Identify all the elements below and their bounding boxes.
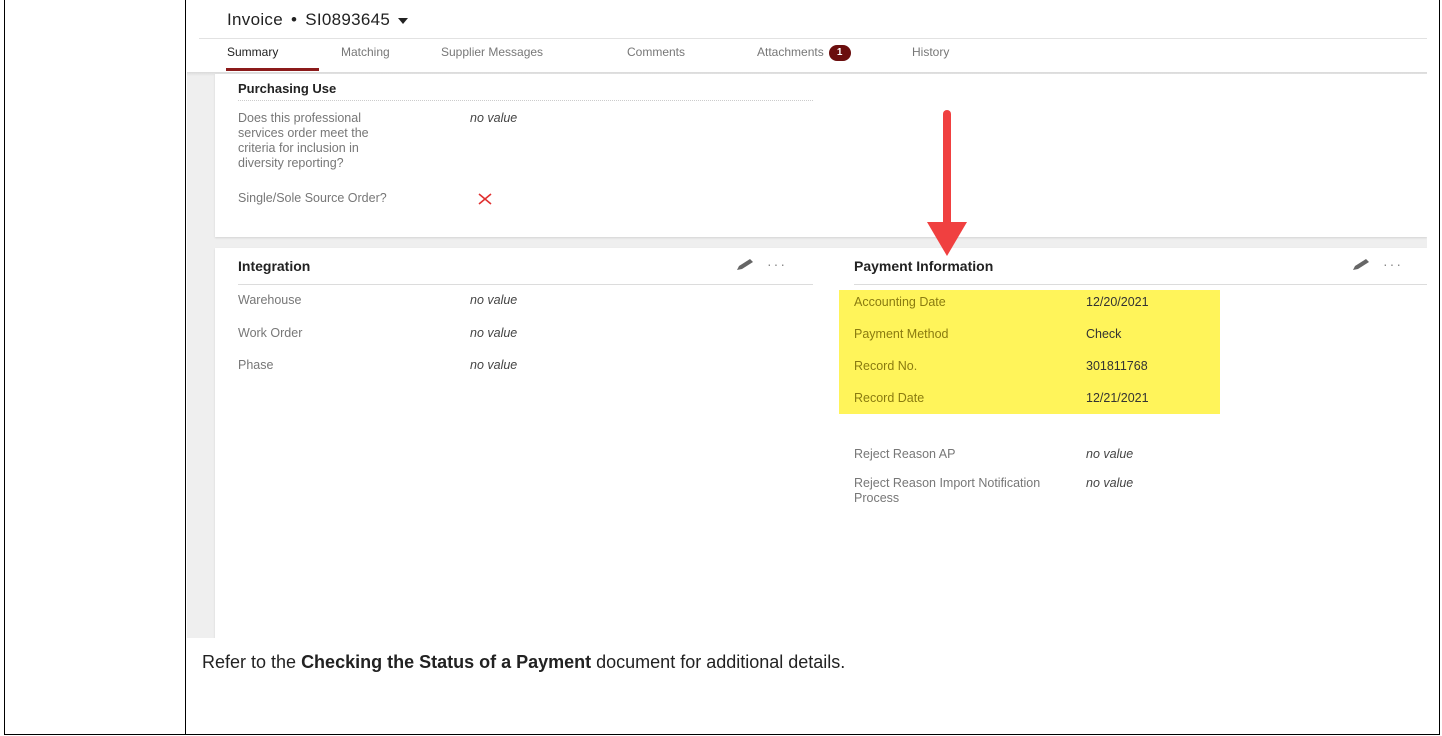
more-options-icon[interactable]: ··· (767, 256, 787, 272)
details-card: Integration ··· Warehouse no value Work … (215, 248, 1427, 638)
tab-label: History (912, 45, 950, 59)
title-separator: • (290, 10, 298, 29)
field-label: Single/Sole Source Order? (238, 191, 387, 205)
tab-matching[interactable]: Matching (341, 44, 390, 70)
header-divider (199, 38, 1427, 39)
section-divider (238, 284, 813, 285)
field-value: Check (1086, 327, 1122, 341)
field-label: Warehouse (238, 293, 302, 307)
field-label: Phase (238, 358, 274, 372)
tab-label: Summary (227, 45, 279, 59)
field-label: Work Order (238, 326, 303, 340)
page-title[interactable]: Invoice • SI0893645 (227, 10, 409, 30)
field-value: no value (470, 358, 518, 372)
more-options-icon[interactable]: ··· (1383, 256, 1403, 272)
attachment-count-badge: 1 (828, 44, 851, 61)
pencil-icon[interactable] (735, 258, 757, 272)
table-column-divider (185, 0, 186, 735)
tab-history[interactable]: History (912, 44, 949, 70)
caption-text: Refer to the Checking the Status of a Pa… (202, 652, 845, 673)
caption-post: document for additional details. (591, 652, 846, 672)
field-label: Record Date (854, 391, 925, 405)
field-label: Record No. (854, 359, 918, 373)
section-divider (238, 100, 813, 102)
field-value: 12/20/2021 (1086, 295, 1149, 309)
tab-comments[interactable]: Comments (627, 44, 685, 70)
field-value: no value (470, 293, 518, 307)
caption-pre: Refer to the (202, 652, 302, 672)
field-value: 301811768 (1086, 359, 1148, 373)
invoice-number: SI0893645 (305, 10, 391, 29)
field-value: no value (1086, 476, 1134, 490)
purchasing-use-card: Purchasing Use Does this professional se… (215, 74, 1427, 237)
field-value: 12/21/2021 (1086, 391, 1149, 405)
field-value: no value (1086, 447, 1134, 461)
field-label: Payment Method (854, 327, 949, 341)
field-label: Accounting Date (854, 295, 946, 309)
tab-summary[interactable]: Summary (226, 44, 319, 71)
tab-label: Comments (627, 45, 686, 59)
title-prefix: Invoice (227, 10, 283, 29)
section-title: Payment Information (854, 258, 994, 274)
payment-highlight: Accounting Date 12/20/2021 Payment Metho… (839, 290, 1220, 414)
document-reference: Checking the Status of a Payment (301, 652, 592, 672)
invoice-header: Invoice • SI0893645 Summary Matching Suppl… (187, 0, 1427, 72)
chevron-down-icon[interactable] (398, 17, 409, 24)
pencil-icon[interactable] (1351, 258, 1373, 272)
x-icon (478, 193, 492, 205)
active-tab-indicator (226, 68, 319, 71)
field-label: Does this professional services order me… (238, 111, 369, 170)
tab-label: Matching (341, 45, 390, 59)
field-value: no value (470, 111, 518, 125)
tab-attachments[interactable]: Attachments 1 (757, 44, 851, 70)
invoice-screenshot: Invoice • SI0893645 Summary Matching Suppl… (187, 0, 1427, 638)
field-value: no value (470, 326, 518, 340)
tab-label: Supplier Messages (441, 45, 544, 59)
tab-supplier-messages[interactable]: Supplier Messages (441, 44, 543, 70)
section-title: Purchasing Use (238, 81, 337, 96)
section-divider (854, 284, 1427, 285)
field-label: Reject Reason Import Notification Proces… (854, 476, 1041, 505)
arrow-down-icon (927, 110, 967, 256)
tab-label: Attachments (757, 45, 824, 59)
field-label: Reject Reason AP (854, 447, 956, 461)
section-title: Integration (238, 258, 311, 274)
